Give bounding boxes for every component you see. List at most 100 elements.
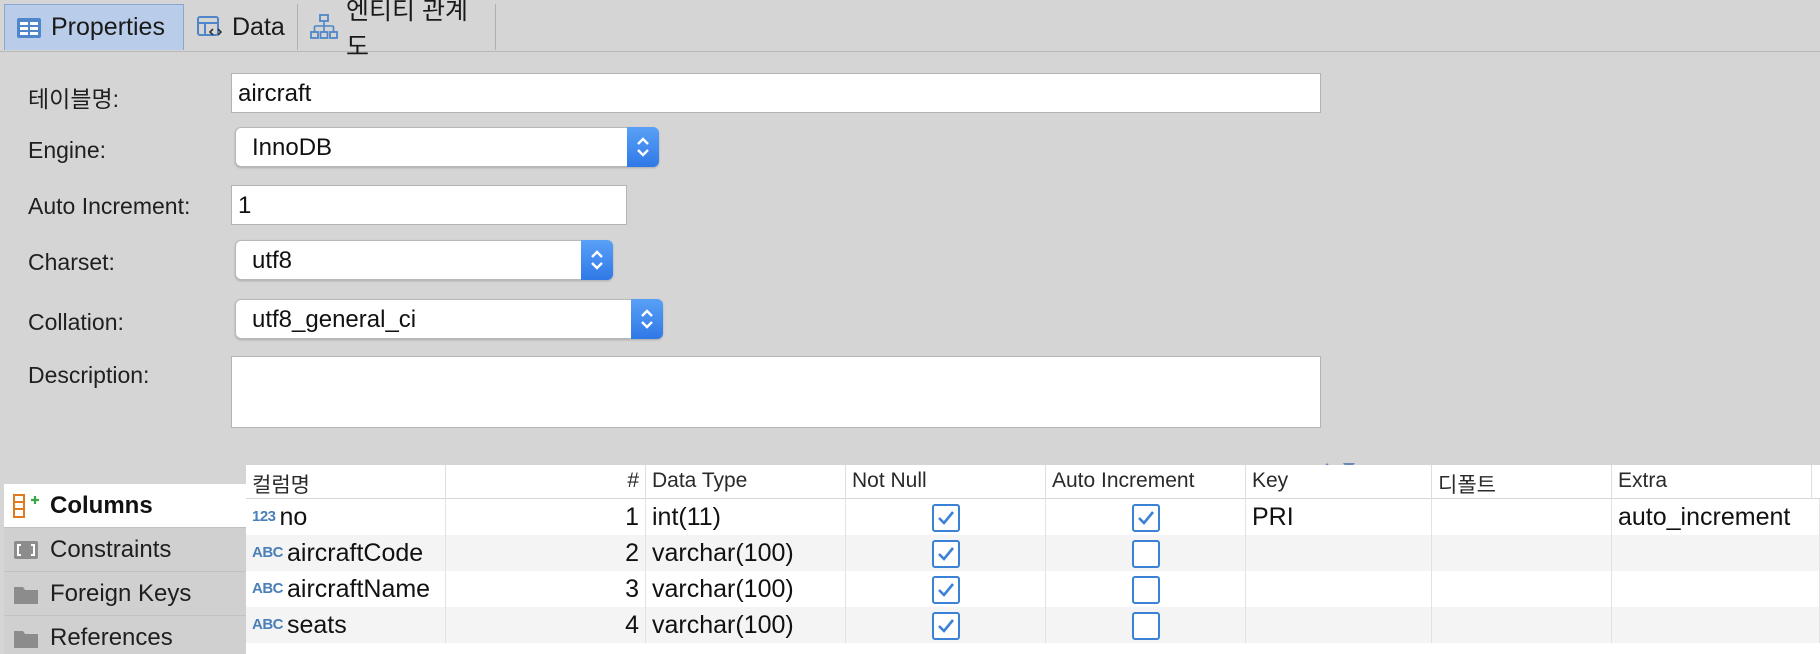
table-editor-window: Properties Data 엔티티 관계도 테이블명: aircraft E… [0, 0, 1820, 654]
string-type-icon: ABC [252, 580, 284, 597]
not-null-checkbox[interactable] [932, 540, 960, 568]
column-name-text: aircraftCode [287, 539, 424, 567]
chevron-updown-icon [631, 299, 663, 339]
table-row[interactable]: 123 no 1 int(11) PRI auto_increment [246, 499, 1820, 535]
table-row[interactable]: ABC seats 4 varchar(100) [246, 607, 1820, 643]
column-name-cell[interactable]: ABC aircraftCode [246, 535, 446, 571]
string-type-icon: ABC [252, 544, 284, 561]
header-auto-increment[interactable]: Auto Increment [1046, 465, 1246, 499]
tab-data[interactable]: Data [186, 4, 298, 50]
auto-increment-label: Auto Increment: [28, 193, 191, 219]
key-cell [1246, 535, 1432, 571]
auto-increment-cell [1046, 607, 1246, 643]
not-null-cell [846, 571, 1046, 607]
tab-er-diagram[interactable]: 엔티티 관계도 [300, 0, 496, 61]
checkmark-icon [938, 583, 955, 597]
checkmark-icon [938, 619, 955, 633]
side-tab-references-label: References [50, 623, 173, 651]
description-textarea[interactable] [231, 356, 1321, 428]
engine-select[interactable]: InnoDB [235, 127, 659, 167]
auto-increment-checkbox[interactable] [1132, 504, 1160, 532]
column-name-text: seats [287, 611, 347, 639]
extra-cell [1612, 571, 1820, 607]
side-tab-references[interactable]: References [4, 616, 246, 654]
auto-increment-checkbox[interactable] [1132, 540, 1160, 568]
auto-increment-cell [1046, 499, 1246, 535]
column-name-text: aircraftName [287, 575, 431, 603]
charset-select[interactable]: utf8 [235, 240, 613, 280]
data-type-cell[interactable]: varchar(100) [646, 535, 846, 571]
not-null-checkbox[interactable] [932, 612, 960, 640]
data-type-cell[interactable]: int(11) [646, 499, 846, 535]
header-column-name[interactable]: 컬럼명 [246, 465, 446, 499]
column-name-cell[interactable]: ABC seats [246, 607, 446, 643]
collation-select-value: utf8_general_ci [252, 306, 417, 333]
engine-label: Engine: [28, 137, 107, 163]
table-name-label: 테이블명: [28, 86, 120, 112]
chevron-updown-icon [627, 127, 659, 167]
side-tab-columns-label: Columns [50, 491, 153, 519]
description-label: Description: [28, 362, 150, 388]
checkmark-icon [938, 511, 955, 525]
header-extra[interactable]: Extra [1612, 465, 1812, 499]
table-row[interactable]: ABC aircraftName 3 varchar(100) [246, 571, 1820, 607]
auto-increment-input[interactable]: 1 [231, 185, 627, 225]
er-diagram-icon [310, 13, 338, 41]
header-not-null[interactable]: Not Null [846, 465, 1046, 499]
folder-icon [12, 625, 40, 651]
data-type-cell[interactable]: varchar(100) [646, 607, 846, 643]
side-tab-list: Columns Constraints Foreign Keys Referen… [4, 484, 246, 654]
not-null-checkbox[interactable] [932, 576, 960, 604]
charset-select-value: utf8 [252, 247, 293, 274]
tab-properties-label: Properties [51, 13, 165, 41]
default-cell[interactable] [1432, 535, 1612, 571]
header-ordinal[interactable]: # [446, 465, 646, 499]
collation-select[interactable]: utf8_general_ci [235, 299, 663, 339]
not-null-cell [846, 499, 1046, 535]
key-cell [1246, 607, 1432, 643]
column-name-cell[interactable]: ABC aircraftName [246, 571, 446, 607]
data-type-cell[interactable]: varchar(100) [646, 571, 846, 607]
header-data-type[interactable]: Data Type [646, 465, 846, 499]
table-row[interactable]: ABC aircraftCode 2 varchar(100) [246, 535, 1820, 571]
header-default[interactable]: 디폴트 [1432, 465, 1612, 499]
engine-select-value: InnoDB [252, 134, 333, 161]
not-null-cell [846, 607, 1046, 643]
constraints-icon [12, 537, 40, 563]
columns-grid: 컬럼명 # Data Type Not Null Auto Increment … [246, 465, 1820, 654]
extra-cell [1612, 535, 1820, 571]
tab-data-label: Data [232, 12, 285, 41]
column-name-text: no [279, 503, 308, 531]
string-type-icon: ABC [252, 616, 284, 633]
side-tab-columns[interactable]: Columns [4, 484, 246, 528]
side-tab-constraints-label: Constraints [50, 535, 172, 563]
checkmark-icon [1138, 511, 1155, 525]
not-null-checkbox[interactable] [932, 504, 960, 532]
columns-icon [12, 493, 40, 519]
checkmark-icon [938, 547, 955, 561]
header-key[interactable]: Key [1246, 465, 1432, 499]
table-name-input[interactable]: aircraft [231, 73, 1321, 113]
tab-properties[interactable]: Properties [4, 4, 184, 50]
extra-cell: auto_increment [1612, 499, 1820, 535]
auto-increment-cell [1046, 571, 1246, 607]
properties-icon [15, 14, 43, 42]
chevron-updown-icon [581, 240, 613, 280]
column-name-cell[interactable]: 123 no [246, 499, 446, 535]
default-cell[interactable] [1432, 607, 1612, 643]
tab-er-diagram-label: 엔티티 관계도 [346, 0, 468, 61]
side-tab-foreign-keys[interactable]: Foreign Keys [4, 572, 246, 616]
auto-increment-checkbox[interactable] [1132, 612, 1160, 640]
auto-increment-checkbox[interactable] [1132, 576, 1160, 604]
ordinal-cell: 4 [446, 607, 646, 643]
default-cell[interactable] [1432, 499, 1612, 535]
default-cell[interactable] [1432, 571, 1612, 607]
charset-label: Charset: [28, 249, 115, 275]
folder-icon [12, 581, 40, 607]
side-tab-constraints[interactable]: Constraints [4, 528, 246, 572]
not-null-cell [846, 535, 1046, 571]
auto-increment-cell [1046, 535, 1246, 571]
ordinal-cell: 3 [446, 571, 646, 607]
data-icon [196, 13, 224, 41]
numeric-type-icon: 123 [252, 508, 276, 525]
